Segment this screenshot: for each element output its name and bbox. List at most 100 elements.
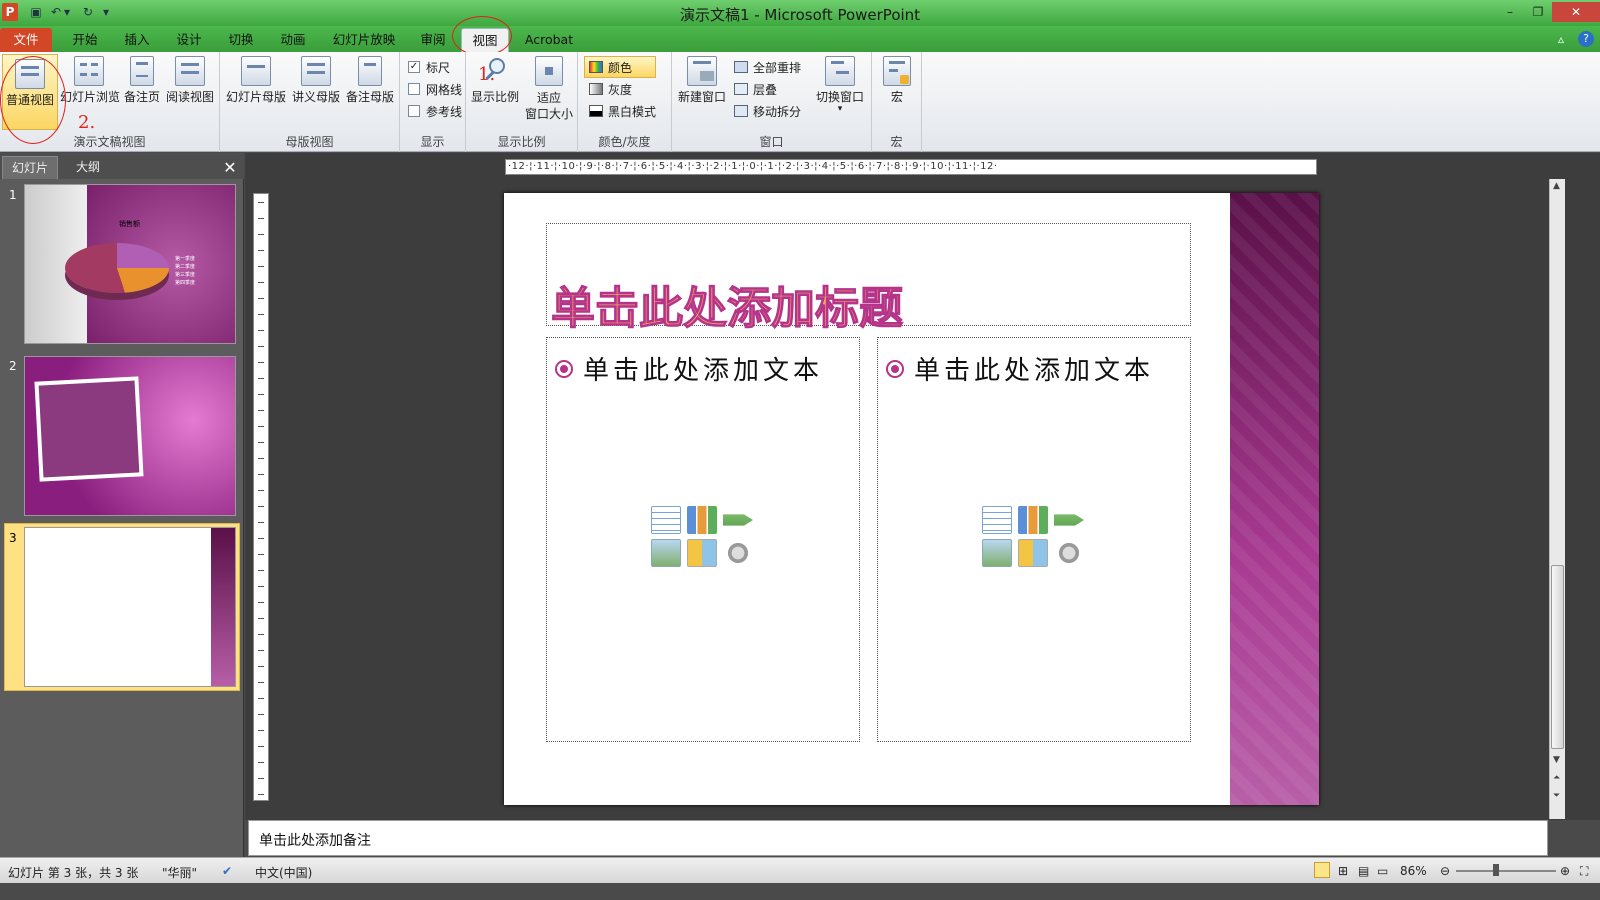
slide-sorter-status-icon[interactable]: ⊞ (1338, 864, 1348, 878)
horizontal-ruler[interactable]: ·12·¦·11·¦·10·¦·9·¦·8·¦·7·¦·6·¦·5·¦·4·¦·… (505, 159, 1317, 175)
vertical-scrollbar[interactable]: ▲ ▼ ⏶ ⏷ (1549, 179, 1565, 819)
grayscale-button[interactable]: 灰度 (584, 78, 656, 100)
scroll-up-icon[interactable]: ▲ (1553, 181, 1560, 191)
tab-file[interactable]: 文件 (0, 28, 52, 52)
slideshow-status-icon[interactable]: ▭ (1377, 864, 1388, 878)
vertical-ruler-tick (258, 682, 264, 683)
slide-thumbnail-3[interactable] (24, 527, 236, 687)
tab-acrobat[interactable]: Acrobat (514, 28, 584, 52)
handout-master-button[interactable]: 讲义母版 (290, 56, 342, 105)
insert-clipart-icon[interactable] (1018, 539, 1048, 567)
notes-page-button[interactable]: 备注页 (122, 56, 162, 105)
color-button[interactable]: 颜色 (584, 56, 657, 78)
insert-chart-icon[interactable] (687, 506, 717, 534)
normal-view-status-icon[interactable] (1314, 862, 1330, 878)
tab-outline[interactable]: 大纲 (60, 156, 116, 179)
slide-thumbnail-1[interactable]: 销售额 第一季度 第二季度 第三季度 第四季度 (24, 184, 236, 344)
title-bar: P ▣ ↶ ▾ ↻ ▾ 演示文稿1 - Microsoft PowerPoint… (0, 0, 1600, 26)
vertical-ruler-tick (258, 442, 264, 443)
tab-insert[interactable]: 插入 (112, 28, 162, 52)
tab-design[interactable]: 设计 (164, 28, 214, 52)
vertical-ruler-tick (258, 458, 264, 459)
slide-sorter-button[interactable]: 幻灯片浏览 (60, 56, 120, 105)
gridlines-checkbox[interactable]: 网格线 (408, 78, 462, 100)
zoom-slider[interactable] (1456, 870, 1556, 872)
insert-picture-icon[interactable] (982, 539, 1012, 567)
reading-view-button[interactable]: 阅读视图 (164, 56, 216, 105)
previous-slide-icon[interactable]: ⏶ (1553, 773, 1560, 783)
tab-animations[interactable]: 动画 (268, 28, 318, 52)
vertical-ruler-tick (258, 650, 264, 651)
macros-button[interactable]: 宏 (876, 56, 918, 105)
insert-chart-icon[interactable] (1018, 506, 1048, 534)
collapse-ribbon-icon[interactable]: ▵ (1558, 32, 1564, 46)
scrollbar-thumb[interactable] (1551, 565, 1564, 749)
fit-slide-icon[interactable]: ⛶ (1580, 864, 1588, 879)
insert-smartart-icon[interactable] (723, 514, 753, 526)
thumbnail-chart-title: 销售额 (119, 220, 140, 228)
notes-master-icon (358, 56, 382, 86)
insert-smartart-icon[interactable] (1054, 514, 1084, 526)
language-status[interactable]: 中文(中国) (255, 864, 312, 881)
insert-clipart-icon[interactable] (687, 539, 717, 567)
vertical-ruler-tick (258, 330, 264, 331)
notes-pane[interactable]: 单击此处添加备注 (248, 820, 1548, 856)
group-color-grayscale: 颜色 灰度 黑白模式 颜色/灰度 (578, 52, 672, 152)
slide-thumbnail-2[interactable] (24, 356, 236, 516)
zoom-in-icon[interactable]: ⊕ (1560, 864, 1570, 878)
thumbnail-legend: 第一季度 第二季度 第三季度 第四季度 (175, 256, 196, 286)
grayscale-swatch-icon (589, 83, 603, 95)
color-options: 颜色 灰度 黑白模式 (584, 56, 657, 122)
annotation-circle-normal-view (0, 56, 66, 144)
insert-picture-icon[interactable] (651, 539, 681, 567)
zoom-out-icon[interactable]: ⊖ (1440, 864, 1450, 878)
vertical-ruler-tick (258, 602, 264, 603)
ruler-checkbox[interactable]: ✓ 标尺 (408, 56, 462, 78)
right-content-placeholder[interactable]: 单击此处添加文本 (877, 337, 1191, 742)
switch-windows-button[interactable]: 切换窗口 ▾ (812, 56, 868, 114)
guides-checkbox[interactable]: 参考线 (408, 100, 462, 122)
fit-to-window-button[interactable]: 适应 窗口大小 (522, 56, 576, 122)
reading-view-status-icon[interactable]: ▤ (1358, 864, 1369, 878)
close-panel-icon[interactable]: ✕ (220, 156, 240, 179)
new-window-button[interactable]: 新建窗口 (674, 56, 730, 105)
annotation-number-1: 1. (478, 64, 496, 85)
move-split-button[interactable]: 移动拆分 (734, 100, 801, 122)
minimize-icon[interactable]: – (1496, 2, 1524, 22)
help-icon[interactable]: ? (1578, 31, 1594, 47)
tab-slides[interactable]: 幻灯片 (2, 156, 58, 179)
notes-master-button[interactable]: 备注母版 (344, 56, 396, 105)
vertical-ruler[interactable] (253, 193, 269, 801)
insert-media-icon[interactable] (1054, 539, 1084, 567)
dropdown-arrow-icon: ▾ (837, 104, 843, 114)
vertical-ruler-tick (258, 282, 264, 283)
tab-slideshow[interactable]: 幻灯片放映 (324, 28, 404, 52)
spellcheck-icon[interactable]: ✔ (222, 864, 232, 878)
tab-home[interactable]: 开始 (60, 28, 110, 52)
black-white-button[interactable]: 黑白模式 (584, 100, 656, 122)
tab-review[interactable]: 审阅 (410, 28, 456, 52)
arrange-all-button[interactable]: 全部重排 (734, 56, 801, 78)
vertical-ruler-tick (258, 234, 264, 235)
insert-table-icon[interactable] (982, 506, 1012, 534)
restore-icon[interactable]: ❐ (1524, 2, 1552, 22)
insert-table-icon[interactable] (651, 506, 681, 534)
theme-name-status[interactable]: "华丽" (162, 864, 197, 881)
zoom-level[interactable]: 86% (1400, 864, 1427, 878)
insert-media-icon[interactable] (723, 539, 753, 567)
next-slide-icon[interactable]: ⏷ (1553, 791, 1560, 801)
thumbnail-pie-chart (65, 243, 169, 293)
slide-master-button[interactable]: 幻灯片母版 (224, 56, 288, 105)
tab-transitions[interactable]: 切换 (216, 28, 266, 52)
vertical-ruler-tick (258, 218, 264, 219)
zoom-slider-thumb[interactable] (1493, 864, 1499, 876)
left-content-placeholder[interactable]: 单击此处添加文本 (546, 337, 860, 742)
fit-window-icon (535, 56, 563, 86)
scroll-down-icon[interactable]: ▼ (1553, 755, 1560, 765)
cascade-button[interactable]: 层叠 (734, 78, 801, 100)
title-placeholder[interactable]: 单击此处添加标题 (546, 223, 1191, 335)
group-show: ✓ 标尺 网格线 参考线 显示 (400, 52, 466, 152)
close-icon[interactable]: ✕ (1552, 2, 1600, 22)
annotation-circle-view-tab (452, 16, 512, 56)
vertical-ruler-tick (258, 714, 264, 715)
